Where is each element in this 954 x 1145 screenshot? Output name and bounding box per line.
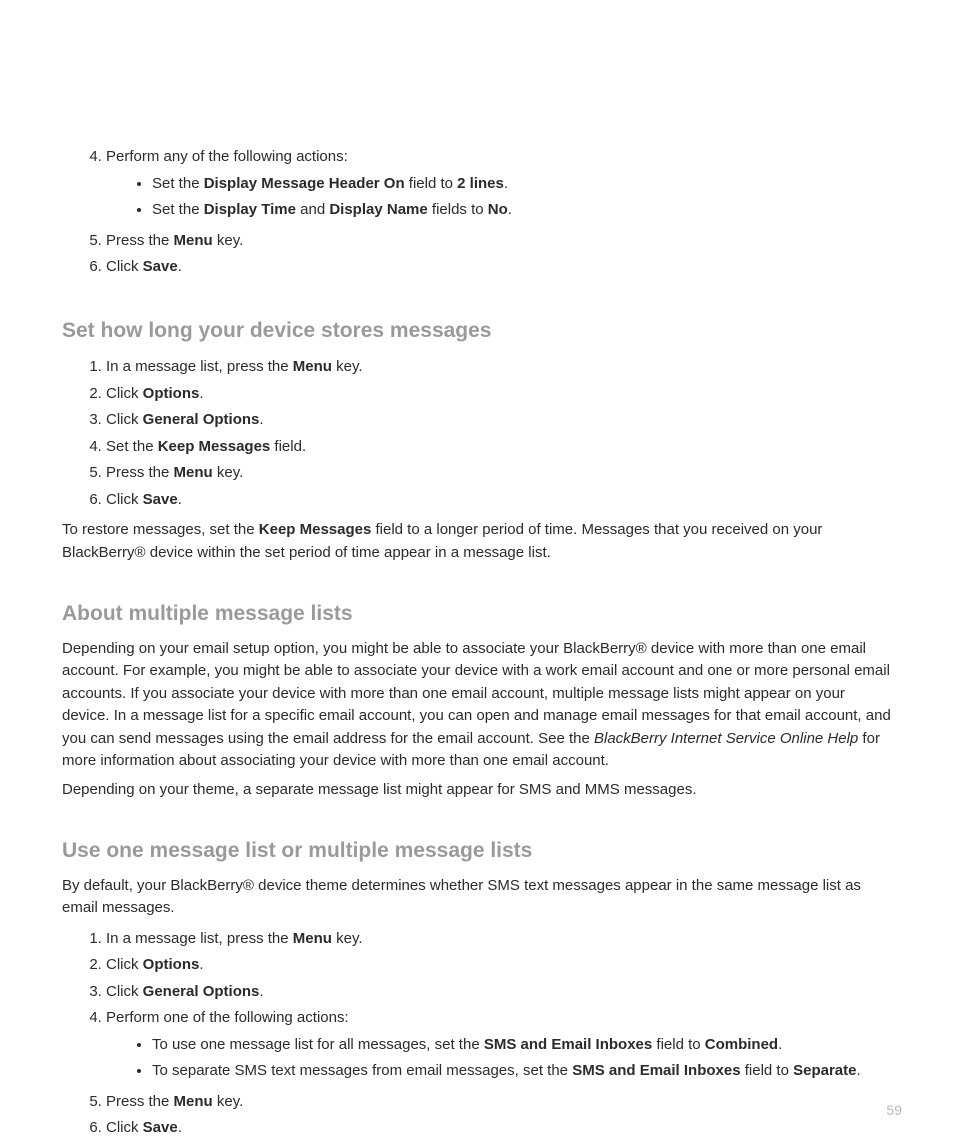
list-item: Click Save. — [106, 1115, 892, 1142]
step-text: Perform any of the following actions: — [106, 148, 348, 165]
list-item: To separate SMS text messages from email… — [152, 1058, 892, 1085]
list-item: Click General Options. — [106, 979, 892, 1006]
list-item: Press the Menu key. — [106, 1089, 892, 1116]
step-text: Perform one of the following actions: — [106, 1009, 349, 1026]
list-item: Click Options. — [106, 952, 892, 979]
reference-italic: BlackBerry Internet Service Online Help — [594, 730, 858, 747]
top-continued-steps: Perform any of the following actions: Se… — [62, 144, 892, 281]
list-item: In a message list, press the Menu key. — [106, 926, 892, 953]
list-item: Click Save. — [106, 487, 892, 514]
page-number: 59 — [886, 1100, 902, 1121]
use-intro-paragraph: By default, your BlackBerry® device them… — [62, 875, 892, 920]
list-item: In a message list, press the Menu key. — [106, 354, 892, 381]
heading-use-lists: Use one message list or multiple message… — [62, 835, 892, 867]
heading-store-messages: Set how long your device stores messages — [62, 315, 892, 347]
list-item: Set the Display Time and Display Name fi… — [152, 197, 892, 224]
about-paragraph-1: Depending on your email setup option, yo… — [62, 638, 892, 773]
list-item: Perform one of the following actions: To… — [106, 1005, 892, 1089]
steps-use-lists: In a message list, press the Menu key. C… — [62, 926, 892, 1142]
restore-paragraph: To restore messages, set the Keep Messag… — [62, 519, 892, 564]
heading-multiple-lists: About multiple message lists — [62, 598, 892, 630]
list-item: Click Save. — [106, 254, 892, 281]
list-item: Perform any of the following actions: Se… — [106, 144, 892, 228]
list-item: Set the Display Message Header On field … — [152, 171, 892, 198]
sub-bullets: To use one message list for all messages… — [106, 1032, 892, 1085]
about-paragraph-2: Depending on your theme, a separate mess… — [62, 779, 892, 802]
list-item: Press the Menu key. — [106, 460, 892, 487]
document-page: Perform any of the following actions: Se… — [0, 0, 954, 1145]
list-item: Click Options. — [106, 381, 892, 408]
sub-bullets: Set the Display Message Header On field … — [106, 171, 892, 224]
list-item: Set the Keep Messages field. — [106, 434, 892, 461]
list-item: Click General Options. — [106, 407, 892, 434]
steps-store-messages: In a message list, press the Menu key. C… — [62, 354, 892, 513]
list-item: Press the Menu key. — [106, 228, 892, 255]
list-item: To use one message list for all messages… — [152, 1032, 892, 1059]
